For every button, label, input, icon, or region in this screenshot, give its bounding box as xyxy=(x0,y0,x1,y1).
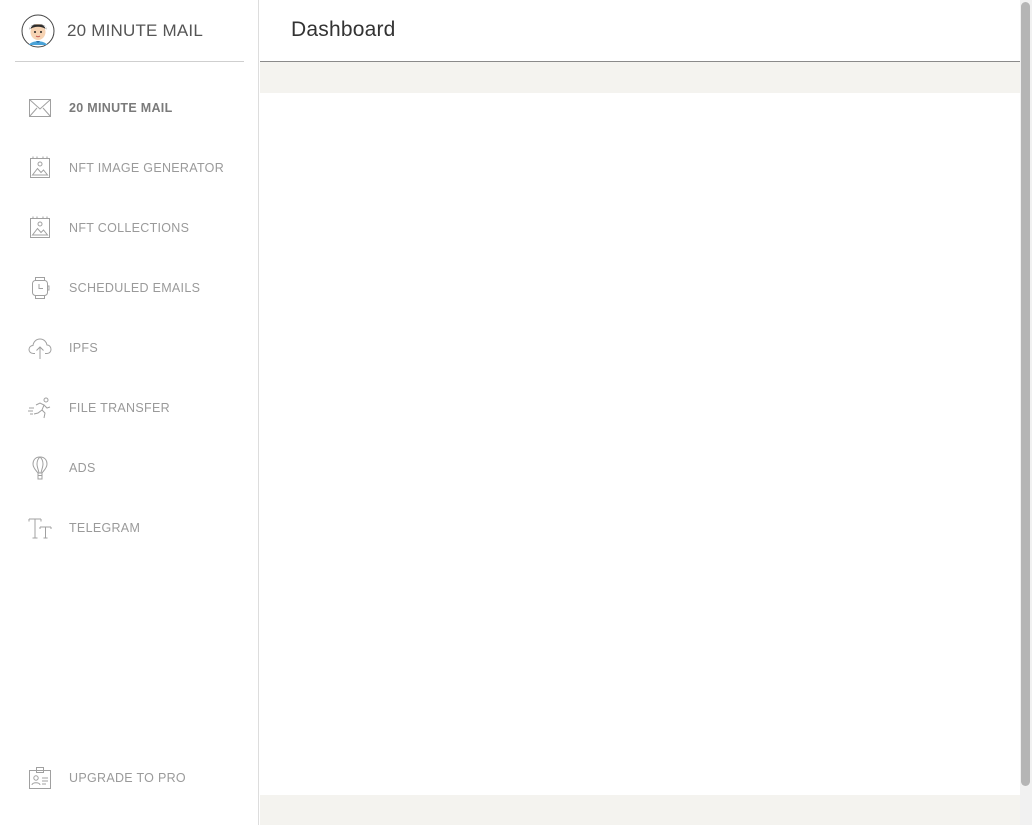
brand[interactable]: 20 MINUTE MAIL xyxy=(15,0,244,62)
content-bottom-strip xyxy=(260,795,1020,825)
sidebar-item-label: IPFS xyxy=(69,341,98,355)
sidebar-item-label: FILE TRANSFER xyxy=(69,401,170,415)
app-window: 20 MINUTE MAIL 20 MINUTE MAIL NFT IMAGE … xyxy=(0,0,1032,825)
runner-icon xyxy=(27,395,53,421)
sidebar-item-nft-image-generator[interactable]: NFT IMAGE GENERATOR xyxy=(0,138,258,198)
envelope-icon xyxy=(27,95,53,121)
sidebar-item-ipfs[interactable]: IPFS xyxy=(0,318,258,378)
sidebar-nav: 20 MINUTE MAIL NFT IMAGE GENERATOR NFT C… xyxy=(0,78,258,558)
avatar-boy-icon xyxy=(21,14,55,47)
balloon-icon xyxy=(27,455,53,481)
sidebar-item-label: 20 MINUTE MAIL xyxy=(69,101,173,115)
upgrade-to-pro-button[interactable]: UPGRADE TO PRO xyxy=(0,748,258,808)
picture-icon xyxy=(27,155,53,181)
content-top-strip xyxy=(260,62,1020,93)
sidebar-item-ads[interactable]: ADS xyxy=(0,438,258,498)
badge-icon xyxy=(27,765,53,791)
brand-title: 20 MINUTE MAIL xyxy=(67,20,203,40)
text-size-icon xyxy=(27,515,53,541)
sidebar-item-label: NFT IMAGE GENERATOR xyxy=(69,161,225,175)
page-header: Dashboard xyxy=(260,0,1020,62)
sidebar-item-label: ADS xyxy=(69,461,96,475)
page-title: Dashboard xyxy=(291,18,396,41)
upgrade-label: UPGRADE TO PRO xyxy=(69,771,186,785)
main-content xyxy=(260,93,1020,795)
watch-icon xyxy=(27,275,53,301)
sidebar-item-scheduled-emails[interactable]: SCHEDULED EMAILS xyxy=(0,258,258,318)
cloud-upload-icon xyxy=(27,335,53,361)
scrollbar-thumb[interactable] xyxy=(1021,2,1030,786)
sidebar-item-file-transfer[interactable]: FILE TRANSFER xyxy=(0,378,258,438)
sidebar-item-label: NFT COLLECTIONS xyxy=(69,221,190,235)
sidebar: 20 MINUTE MAIL 20 MINUTE MAIL NFT IMAGE … xyxy=(0,0,259,825)
vertical-scrollbar[interactable] xyxy=(1020,0,1032,825)
sidebar-item-telegram[interactable]: TELEGRAM xyxy=(0,498,258,558)
sidebar-item-label: TELEGRAM xyxy=(69,521,141,535)
picture-icon xyxy=(27,215,53,241)
sidebar-item-20-minute-mail[interactable]: 20 MINUTE MAIL xyxy=(0,78,258,138)
sidebar-item-label: SCHEDULED EMAILS xyxy=(69,281,201,295)
sidebar-item-nft-collections[interactable]: NFT COLLECTIONS xyxy=(0,198,258,258)
